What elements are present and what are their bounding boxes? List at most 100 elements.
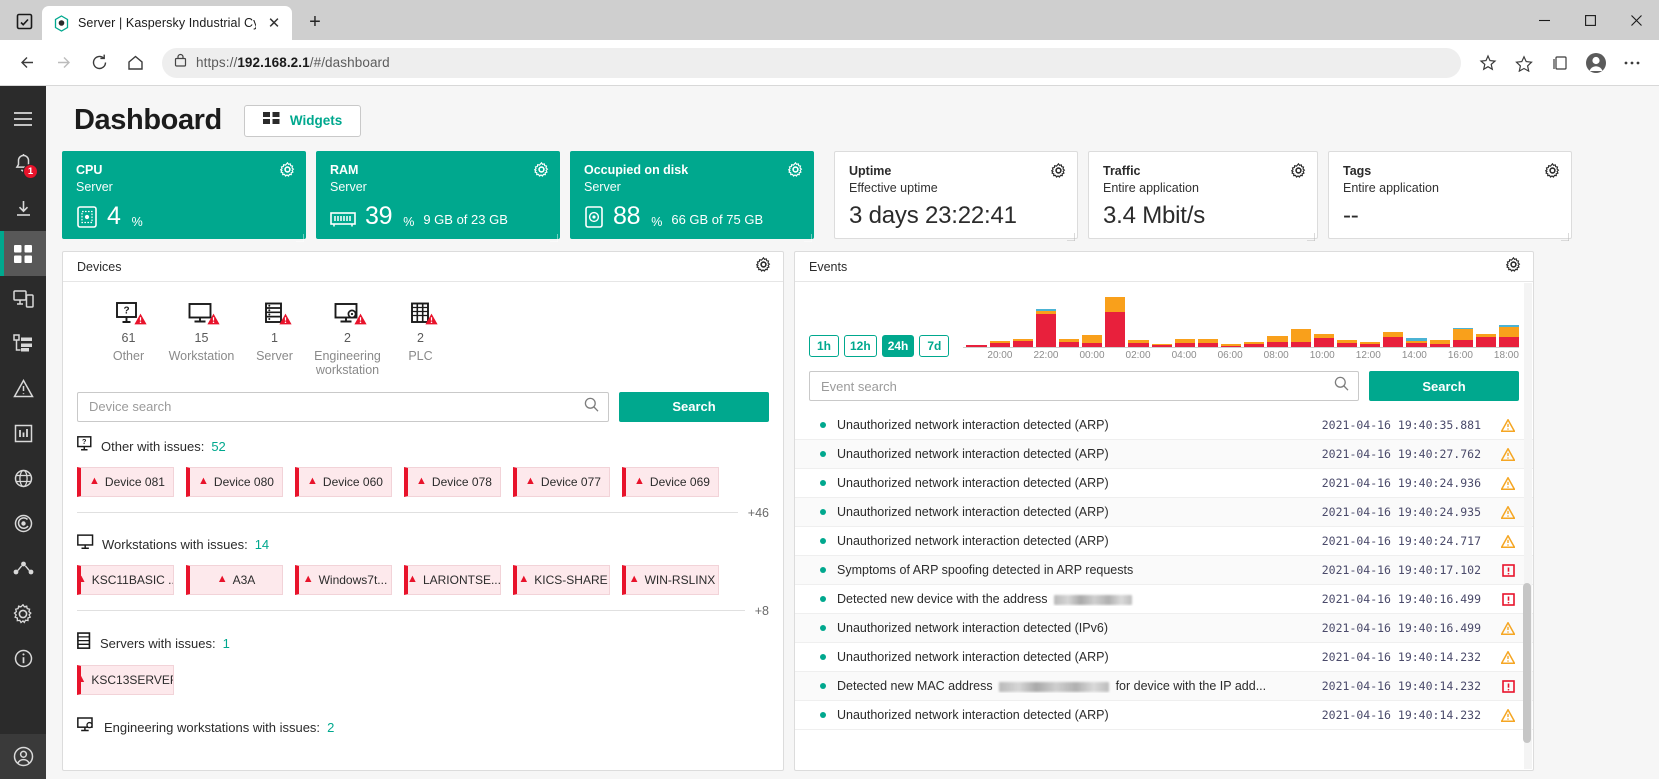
event-search-button[interactable]: Search bbox=[1369, 371, 1519, 401]
back-button[interactable] bbox=[10, 46, 44, 80]
gear-icon[interactable] bbox=[1545, 163, 1560, 178]
address-bar[interactable]: https://192.168.2.1/#/dashboard bbox=[162, 47, 1461, 78]
range-12h[interactable]: 12h bbox=[844, 335, 877, 357]
events-bar[interactable] bbox=[1267, 335, 1288, 347]
events-bar[interactable] bbox=[1360, 341, 1381, 347]
device-group-more-count[interactable]: +8 bbox=[755, 604, 769, 618]
device-chip[interactable]: ▲ Device 081 bbox=[77, 466, 174, 497]
range-7d[interactable]: 7d bbox=[919, 335, 950, 357]
gear-icon[interactable] bbox=[534, 162, 549, 177]
minimize-button[interactable] bbox=[1521, 0, 1567, 40]
sidebar-item-events[interactable] bbox=[0, 366, 46, 411]
resize-handle[interactable] bbox=[1307, 228, 1316, 242]
event-search-box[interactable] bbox=[809, 371, 1359, 401]
tile-occupied-on-disk[interactable]: Occupied on disk Server 88 % 66 GB of 75… bbox=[570, 151, 814, 243]
events-timeline-chart[interactable]: 20:00 22:00 00:00 02:00 04:00 06:00 08:00 10:00… bbox=[963, 294, 1520, 361]
gear-icon[interactable] bbox=[1291, 163, 1306, 178]
event-row[interactable]: Unauthorized network interaction detecte… bbox=[795, 440, 1533, 469]
events-bar[interactable] bbox=[1128, 340, 1149, 347]
events-bar[interactable] bbox=[1336, 340, 1358, 347]
home-button[interactable] bbox=[118, 46, 152, 80]
device-chip[interactable]: ▲ LARIONTSE... bbox=[404, 564, 501, 595]
sidebar-item-assets[interactable] bbox=[0, 276, 46, 321]
device-group-more-count[interactable]: +46 bbox=[748, 506, 769, 520]
gear-icon[interactable] bbox=[755, 256, 771, 277]
events-scrollbar-thumb[interactable] bbox=[1523, 583, 1531, 743]
events-bar[interactable] bbox=[1105, 297, 1126, 347]
device-type-plc[interactable]: 2 PLC bbox=[387, 300, 454, 378]
device-chip[interactable]: ▲ A3A bbox=[186, 564, 283, 595]
sidebar-item-topology-list[interactable] bbox=[0, 321, 46, 366]
device-group-count-engineering[interactable]: 2 bbox=[327, 720, 334, 735]
events-bar[interactable] bbox=[1035, 309, 1056, 347]
reload-button[interactable] bbox=[82, 46, 116, 80]
sidebar-item-account[interactable] bbox=[0, 734, 46, 779]
profile-avatar-icon[interactable] bbox=[1579, 46, 1613, 80]
range-24h[interactable]: 24h bbox=[881, 335, 915, 357]
event-row[interactable]: Unauthorized network interaction detecte… bbox=[795, 411, 1533, 440]
events-bar[interactable] bbox=[966, 345, 987, 347]
sidebar-item-scan[interactable] bbox=[0, 501, 46, 546]
device-chip[interactable]: ▲ WIN-RSLINX bbox=[622, 564, 719, 595]
events-scrollbar-track[interactable] bbox=[1523, 283, 1532, 769]
device-type-other[interactable]: ? 61 Other bbox=[95, 300, 162, 378]
browser-settings-icon[interactable] bbox=[1615, 46, 1649, 80]
events-bar[interactable] bbox=[1059, 339, 1080, 347]
widgets-button[interactable]: Widgets bbox=[243, 104, 362, 137]
favorites-icon[interactable] bbox=[1507, 46, 1541, 80]
tile-ram[interactable]: RAM Server 39 % 9 GB of 23 GB bbox=[316, 151, 560, 243]
device-group-count-servers[interactable]: 1 bbox=[223, 636, 230, 651]
events-bar[interactable] bbox=[1221, 344, 1242, 347]
device-type-engineering-workstation[interactable]: 2 Engineering workstation bbox=[314, 300, 381, 378]
events-bar[interactable] bbox=[1383, 332, 1404, 347]
close-tab-icon[interactable]: ✕ bbox=[264, 13, 284, 33]
device-search-button[interactable]: Search bbox=[619, 391, 769, 422]
tile-uptime[interactable]: Uptime Effective uptime 3 days 23:22:41 bbox=[834, 151, 1078, 242]
device-chip[interactable]: ▲ KSC11BASIC ... bbox=[77, 564, 174, 595]
sidebar-item-info[interactable] bbox=[0, 636, 46, 681]
tile-tags[interactable]: Tags Entire application -- bbox=[1328, 151, 1572, 242]
search-icon[interactable] bbox=[584, 397, 599, 417]
new-tab-button[interactable]: + bbox=[300, 7, 330, 37]
tile-traffic[interactable]: Traffic Entire application 3.4 Mbit/s bbox=[1088, 151, 1318, 242]
device-group-count-workstations[interactable]: 14 bbox=[255, 537, 269, 552]
device-chip[interactable]: ▲ Device 060 bbox=[295, 466, 392, 497]
sidebar-item-dashboard[interactable] bbox=[0, 231, 46, 276]
sidebar-item-menu[interactable] bbox=[0, 96, 46, 141]
device-chip[interactable]: ▲ Device 077 bbox=[513, 466, 610, 497]
events-bar[interactable] bbox=[1406, 338, 1427, 347]
events-bar[interactable] bbox=[1313, 333, 1334, 347]
browser-tab[interactable]: Server | Kaspersky Industrial Cyb ✕ bbox=[42, 6, 292, 40]
events-bar[interactable] bbox=[1475, 333, 1496, 347]
gear-icon[interactable] bbox=[788, 162, 803, 177]
event-row[interactable]: Unauthorized network interaction detecte… bbox=[795, 527, 1533, 556]
gear-icon[interactable] bbox=[280, 162, 295, 177]
sidebar-item-network[interactable] bbox=[0, 456, 46, 501]
device-chip[interactable]: ▲ KSC13SERVER bbox=[77, 664, 174, 695]
sidebar-item-nodes[interactable] bbox=[0, 546, 46, 591]
tile-cpu[interactable]: CPU Server 4 % bbox=[62, 151, 306, 243]
events-bar[interactable] bbox=[1244, 341, 1265, 347]
device-chip[interactable]: ▲ Device 078 bbox=[404, 466, 501, 497]
resize-handle[interactable] bbox=[550, 229, 559, 243]
collections-icon[interactable] bbox=[1543, 46, 1577, 80]
events-bar[interactable] bbox=[1452, 327, 1473, 347]
device-search-box[interactable] bbox=[77, 391, 609, 422]
device-chip[interactable]: ▲ Device 069 bbox=[622, 466, 719, 497]
event-row[interactable]: Symptoms of ARP spoofing detected in ARP… bbox=[795, 556, 1533, 585]
event-row[interactable]: Detected new device with the address 202… bbox=[795, 585, 1533, 614]
events-bar[interactable] bbox=[1012, 339, 1033, 347]
gear-icon[interactable] bbox=[1051, 163, 1066, 178]
range-1h[interactable]: 1h bbox=[809, 335, 839, 357]
forward-button[interactable] bbox=[46, 46, 80, 80]
sidebar-item-notifications[interactable]: 1 bbox=[0, 141, 46, 186]
device-search-input[interactable] bbox=[89, 399, 584, 415]
event-search-input[interactable] bbox=[821, 378, 1334, 394]
resize-handle[interactable] bbox=[296, 229, 305, 243]
device-chip[interactable]: ▲ Device 080 bbox=[186, 466, 283, 497]
events-bar[interactable] bbox=[989, 341, 1010, 347]
sidebar-item-statistics[interactable] bbox=[0, 411, 46, 456]
close-window-button[interactable] bbox=[1613, 0, 1659, 40]
events-bar[interactable] bbox=[1082, 334, 1103, 347]
device-group-count-other[interactable]: 52 bbox=[211, 439, 225, 454]
